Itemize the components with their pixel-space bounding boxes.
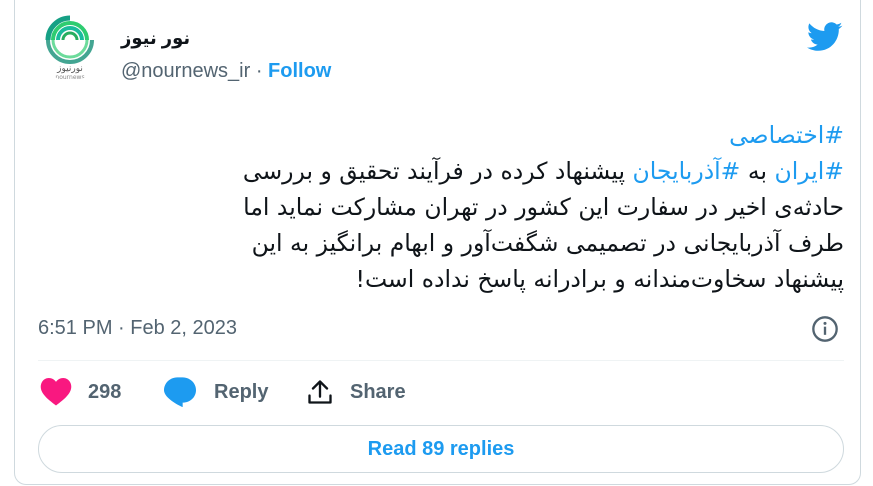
nournews-logo-icon: نورنیوز nournews <box>45 15 94 81</box>
read-replies-label: Read 89 replies <box>367 437 515 460</box>
follow-button[interactable]: Follow <box>268 60 331 82</box>
divider <box>38 360 844 361</box>
twitter-bird-icon[interactable] <box>807 22 843 52</box>
tweet-line-4: طرف آذربایجانی در تصمیمی شگفت‌آور و ابها… <box>251 229 844 257</box>
tweet-line-5: پیشنهاد سخاوت‌مندانه و برادرانه پاسخ ندا… <box>355 265 844 293</box>
handle-row: @nournews_ir · Follow <box>121 60 331 83</box>
share-button[interactable]: Share <box>306 372 416 412</box>
tweet-line-3: حادثه‌ی اخیر در سفارت این کشور در تهران … <box>243 193 844 221</box>
read-replies-button[interactable]: Read 89 replies <box>38 425 844 473</box>
display-name[interactable]: نور نیوز <box>121 28 190 49</box>
tweet-line-2-rest: پیشنهاد کرده در فرآیند تحقیق و بررسی <box>242 157 633 185</box>
hashtag-azerbaijan[interactable]: #آذربایجان <box>633 157 741 185</box>
info-icon[interactable] <box>811 315 839 343</box>
like-button[interactable]: 298 <box>40 372 132 412</box>
avatar[interactable]: نورنیوز nournews <box>36 13 104 81</box>
hashtag-exclusive[interactable]: #اختصاصی <box>729 121 844 149</box>
reply-bubble-icon <box>164 377 196 407</box>
reply-label: Reply <box>214 380 269 403</box>
reply-button[interactable]: Reply <box>164 372 284 412</box>
heart-icon <box>40 378 72 406</box>
tweet-line-2: #ایران به #آذربایجان پیشنهاد کرده در فرآ… <box>88 153 844 189</box>
like-count: 298 <box>88 380 122 403</box>
avatar-logo-text: نورنیوز <box>56 64 83 74</box>
tweet-text: #اختصاصی #ایران به #آذربایجان پیشنهاد کر… <box>88 117 844 297</box>
share-upload-icon <box>308 380 332 404</box>
share-label: Share <box>350 380 406 403</box>
tweet-line-1: #اختصاصی <box>88 117 844 153</box>
tweet-word-be: به <box>740 157 775 185</box>
hashtag-iran[interactable]: #ایران <box>774 157 844 185</box>
tweet-timestamp[interactable]: 6:51 PM · Feb 2, 2023 <box>38 317 237 340</box>
handle[interactable]: @nournews_ir <box>121 60 250 82</box>
separator: · <box>255 60 263 82</box>
